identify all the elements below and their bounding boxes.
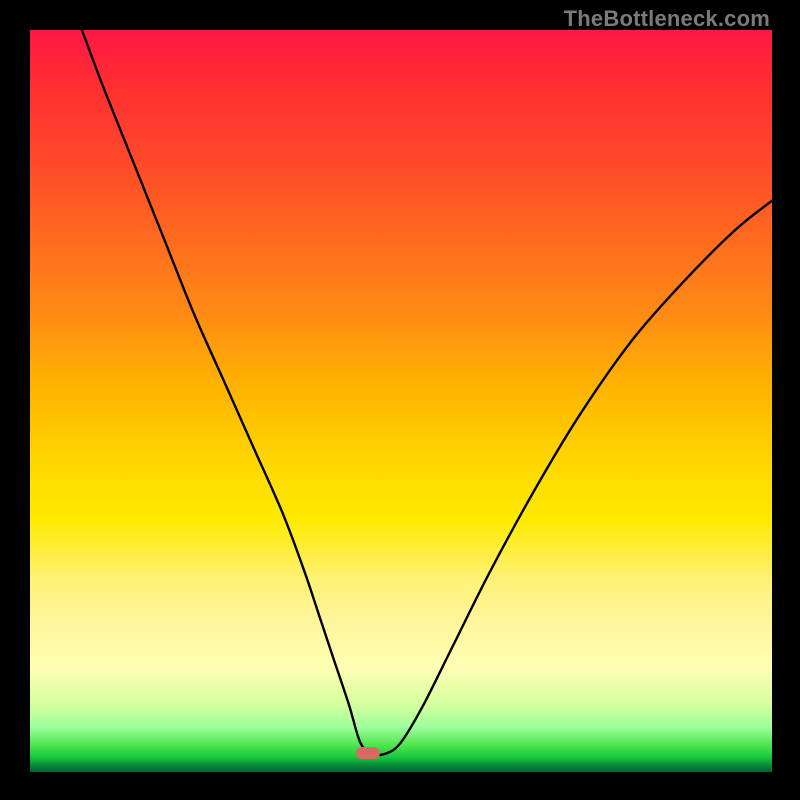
watermark-text: TheBottleneck.com xyxy=(564,6,770,32)
bottleneck-curve xyxy=(82,30,772,755)
chart-stage: TheBottleneck.com xyxy=(0,0,800,800)
optimal-marker xyxy=(356,747,380,759)
curve-svg xyxy=(30,30,772,772)
plot-area xyxy=(30,30,772,772)
